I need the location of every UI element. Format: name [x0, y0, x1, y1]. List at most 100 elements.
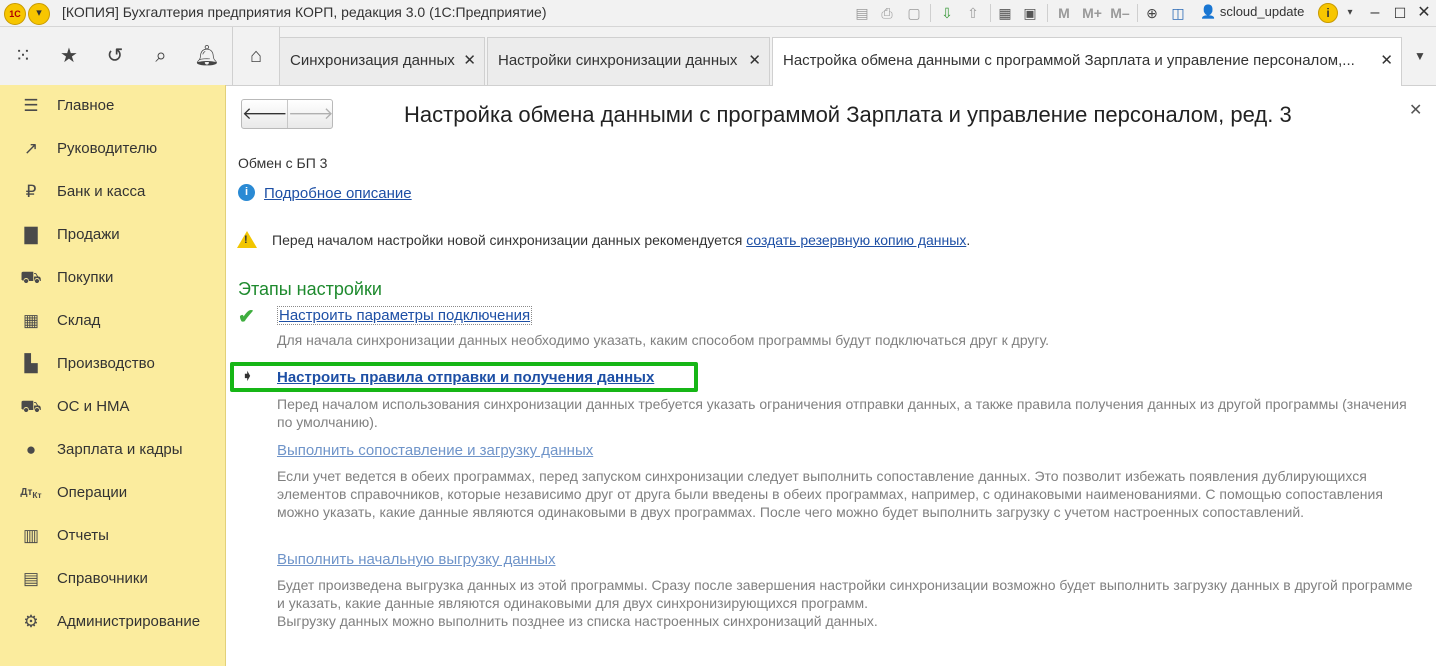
main-menu-button[interactable]: ▾ — [28, 3, 50, 25]
trend-icon: ↗ — [23, 139, 39, 158]
sidebar-item-manager[interactable]: ↗ Руководителю — [0, 128, 225, 171]
separator — [1047, 4, 1048, 22]
separator — [990, 4, 991, 22]
sidebar-item-reports[interactable]: ▥ Отчеты — [0, 515, 225, 558]
zoom-icon[interactable]: ⊕ — [1142, 3, 1162, 23]
sidebar-item-label: Покупки — [57, 269, 114, 286]
link-copy-icon[interactable]: ⇧ — [963, 3, 983, 23]
step-export-link[interactable]: Выполнить начальную выгрузку данных — [277, 551, 556, 568]
bell-icon[interactable]: 🔔︎ — [184, 27, 230, 85]
sidebar-item-label: Склад — [57, 312, 101, 329]
dt-kt-icon: ДтКт — [20, 487, 42, 500]
step-rules-link[interactable]: Настроить правила отправки и получения д… — [277, 369, 654, 386]
preview-icon[interactable]: ▢ — [904, 3, 924, 23]
form-area: 🡐 🡒 Настройка обмена данными с программо… — [226, 86, 1436, 666]
sidebar-item-label: Банк и касса — [57, 183, 146, 200]
minimize-icon[interactable]: – — [1365, 3, 1385, 23]
sections-panel: ☰ Главное ↗ Руководителю ₽ Банк и касса … — [0, 85, 226, 666]
link-icon[interactable]: ⇩ — [937, 3, 957, 23]
sidebar-item-bank[interactable]: ₽ Банк и касса — [0, 171, 225, 214]
search-icon[interactable]: ⌕ — [138, 27, 184, 85]
sidebar-item-warehouse[interactable]: ▦ Склад — [0, 300, 225, 343]
history-nav-buttons: 🡐 🡒 — [241, 99, 334, 129]
print-icon[interactable]: ⎙ — [877, 3, 897, 23]
tab-label: Синхронизация данных — [290, 52, 455, 69]
exchange-name: Обмен с БП 3 — [238, 155, 328, 171]
book-icon: ▤ — [22, 569, 40, 588]
chart-icon: ▥ — [22, 526, 40, 545]
sidebar-item-label: Производство — [57, 355, 155, 372]
separator — [930, 4, 931, 22]
forward-button[interactable]: 🡒 — [288, 100, 334, 128]
sidebar-item-label: Продажи — [57, 226, 120, 243]
section-title: Этапы настройки — [238, 279, 382, 299]
chevron-down-icon[interactable]: ▾ — [1340, 3, 1360, 23]
sidebar-item-fixed-assets[interactable]: ⛟ ОС и НМА — [0, 386, 225, 429]
info-icon: i — [238, 184, 255, 201]
memory-plus-icon[interactable]: M+ — [1080, 3, 1104, 23]
sidebar-item-label: Отчеты — [57, 527, 109, 544]
history-icon[interactable]: ↺ — [92, 27, 138, 85]
user-name[interactable]: 👤 scloud_update — [1200, 4, 1304, 20]
panel-icon[interactable]: ◫ — [1168, 3, 1188, 23]
tab-sync-settings[interactable]: Настройки синхронизации данных ✕ — [487, 37, 770, 85]
ruble-icon: ₽ — [25, 182, 37, 201]
close-form-icon[interactable]: ✕ — [1409, 100, 1422, 120]
app-logo-icon: 1С — [4, 3, 26, 25]
title-bar: 1С ▾ [КОПИЯ] Бухгалтерия предприятия КОР… — [0, 0, 1436, 27]
factory-icon: ▙ — [24, 354, 38, 373]
backup-warning: Перед началом настройки новой синхрониза… — [272, 232, 970, 248]
tab-label: Настройка обмена данными с программой За… — [783, 52, 1355, 69]
home-button[interactable]: ⌂ — [232, 27, 280, 85]
sidebar-item-payroll[interactable]: ● Зарплата и кадры — [0, 429, 225, 472]
truck-icon: ⛟ — [20, 397, 42, 416]
warning-text: Перед началом настройки новой синхрониза… — [272, 232, 747, 248]
warning-icon: ! — [237, 231, 257, 248]
save-icon[interactable]: ▤ — [852, 3, 872, 23]
gear-icon: ⚙ — [23, 612, 39, 631]
memory-m-icon[interactable]: M — [1054, 3, 1074, 23]
close-icon[interactable]: ✕ — [1380, 51, 1393, 69]
step-mapping-link[interactable]: Выполнить сопоставление и загрузку данны… — [277, 442, 593, 459]
apps-grid-icon[interactable]: ⁙ — [0, 27, 46, 85]
memory-minus-icon[interactable]: M– — [1108, 3, 1132, 23]
sidebar-item-operations[interactable]: ДтКт Операции — [0, 472, 225, 515]
close-icon[interactable]: ✕ — [748, 51, 761, 69]
sidebar-item-production[interactable]: ▙ Производство — [0, 343, 225, 386]
tab-label: Настройки синхронизации данных — [498, 52, 738, 69]
check-icon: ✔ — [238, 306, 255, 328]
warning-suffix: . — [966, 232, 971, 248]
calculator-icon[interactable]: ▦ — [995, 3, 1015, 23]
tabs-dropdown-icon[interactable]: ▼ — [1404, 27, 1436, 85]
calendar-icon[interactable]: ▣ — [1020, 3, 1040, 23]
page-title: Настройка обмена данными с программой За… — [404, 102, 1292, 127]
favorites-star-icon[interactable]: ★ — [46, 27, 92, 85]
maximize-icon[interactable]: ☐ — [1390, 3, 1410, 23]
sidebar-item-main[interactable]: ☰ Главное — [0, 85, 225, 128]
bag-icon: ▇ — [24, 225, 38, 244]
user-label: scloud_update — [1219, 4, 1305, 19]
backup-link[interactable]: создать резервную копию данных — [746, 232, 966, 248]
sidebar-item-sales[interactable]: ▇ Продажи — [0, 214, 225, 257]
warehouse-icon: ▦ — [22, 311, 40, 330]
close-icon[interactable]: ✕ — [463, 51, 476, 69]
person-icon: ● — [25, 440, 37, 459]
sidebar-item-purchases[interactable]: ⛟ Покупки — [0, 257, 225, 300]
sidebar-item-catalogs[interactable]: ▤ Справочники — [0, 558, 225, 601]
sidebar-item-label: Операции — [57, 484, 128, 501]
sidebar-item-label: Руководителю — [57, 140, 158, 157]
tab-sync-data[interactable]: Синхронизация данных ✕ — [279, 37, 485, 85]
sidebar-item-admin[interactable]: ⚙ Администрирование — [0, 601, 225, 644]
tab-exchange-setup[interactable]: Настройка обмена данными с программой За… — [772, 37, 1402, 86]
step-description: Для начала синхронизации данных необходи… — [277, 332, 1050, 348]
close-window-icon[interactable]: ✕ — [1414, 3, 1434, 23]
sidebar-item-label: Главное — [57, 97, 115, 114]
detail-description-link[interactable]: Подробное описание — [264, 185, 412, 202]
sidebar-item-label: Администрирование — [57, 613, 201, 630]
info-icon[interactable]: i — [1318, 3, 1338, 23]
step-connection-link[interactable]: Настроить параметры подключения — [277, 306, 533, 325]
step-description: Если учет ведется в обеих программах, пе… — [277, 468, 1383, 520]
menu-lines-icon: ☰ — [23, 96, 39, 115]
sidebar-item-label: Справочники — [57, 570, 148, 587]
back-button[interactable]: 🡐 — [242, 100, 288, 128]
